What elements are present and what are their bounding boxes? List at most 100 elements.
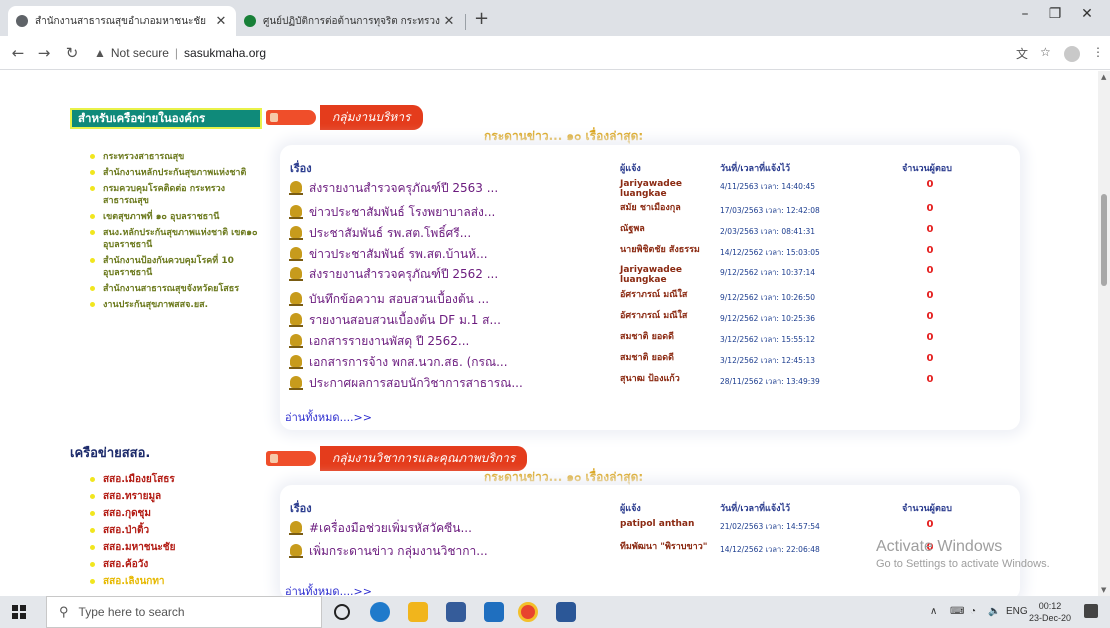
file-explorer-icon[interactable] <box>408 602 428 622</box>
network-link[interactable]: สสอ.ป่าติ้ว <box>90 525 240 537</box>
news-row: ประกาศผลการสอบนักวิชาการสาธารณ... สุนาฒ … <box>280 374 1020 394</box>
org-link[interactable]: งานประกันสุขภาพสสจ.ยส. <box>90 299 265 311</box>
notification-icon[interactable] <box>1084 604 1098 618</box>
clock-date: 23-Dec-20 <box>1028 613 1072 623</box>
address-bar: ← → ↻ ▲ Not secure | sasukmaha.org 文 ☆ ⋮ <box>0 36 1110 70</box>
page-scrollbar[interactable]: ▲ ▼ <box>1098 71 1110 596</box>
new-tab-icon[interactable]: + <box>474 8 489 29</box>
tray-app-icon[interactable]: ⌨ <box>950 606 964 617</box>
scroll-up-icon[interactable]: ▲ <box>1101 73 1106 81</box>
column-header-datetime: วันที่/เวลาที่แจ้งไว้ <box>720 164 791 174</box>
restore-icon[interactable]: ❐ <box>1040 6 1070 22</box>
forward-icon[interactable]: → <box>34 44 54 62</box>
news-datetime: 2/03/2563 เวลา: 08:41:31 <box>720 227 816 236</box>
page-viewport: สำหรับเครือข่ายในองค์กร กระทรวงสาธารณสุข… <box>0 71 1098 596</box>
news-datetime: 21/02/2563 เวลา: 14:57:54 <box>720 522 820 531</box>
close-tab-icon[interactable]: ✕ <box>214 14 228 29</box>
tab-title: สำนักงานสาธารณสุขอำเภอมหาชนะชัย <box>35 15 207 27</box>
network-heading: เครือข่ายสสอ. <box>70 446 151 461</box>
taskbar-clock[interactable]: 00:12 23-Dec-20 <box>1028 600 1072 624</box>
tab-inactive[interactable]: ศูนย์ปฏิบัติการต่อต้านการทุจริต กระทรวง … <box>236 6 464 36</box>
omnibox[interactable]: ▲ Not secure | sasukmaha.org <box>94 41 1002 65</box>
menu-kebab-icon[interactable]: ⋮ <box>1092 45 1104 59</box>
news-row: ประชาสัมพันธ์ รพ.สต.โพธิ์ศรี... ณัฐพล 2/… <box>280 224 1020 244</box>
news-subject-link[interactable]: เอกสารรายงานพัสดุ ปี 2562... <box>309 332 624 351</box>
tab-active[interactable]: สำนักงานสาธารณสุขอำเภอมหาชนะชัย ✕ <box>8 6 236 36</box>
org-link[interactable]: กรมควบคุมโรคติดต่อ กระทรวงสาธารณสุข <box>90 183 265 207</box>
search-placeholder: Type here to search <box>78 605 185 619</box>
org-link[interactable]: สำนักงานสาธารณสุขจังหวัดยโสธร <box>90 283 265 295</box>
cortana-icon[interactable] <box>334 604 350 620</box>
chrome-icon[interactable] <box>518 602 538 622</box>
news-subject-link[interactable]: ข่าวประชาสัมพันธ์ โรงพยาบาลส่ง... <box>309 203 624 222</box>
taskbar-search-box[interactable]: ⚲ Type here to search <box>46 596 322 628</box>
word-icon[interactable] <box>556 602 576 622</box>
scroll-down-icon[interactable]: ▼ <box>1101 586 1106 594</box>
back-icon[interactable]: ← <box>8 44 28 62</box>
warning-icon[interactable]: ▲ <box>94 46 106 60</box>
column-header-subject: เรื่อง <box>290 502 312 515</box>
network-link[interactable]: สสอ.ค้อวัง <box>90 559 240 571</box>
org-link[interactable]: สนง.หลักประกันสุขภาพแห่งชาติ เขต๑๐ อุบลร… <box>90 227 265 251</box>
windows-start-icon[interactable] <box>12 605 26 619</box>
coffee-cup-icon <box>289 355 303 369</box>
news-subject-link[interactable]: บันทึกข้อความ สอบสวนเบื้องต้น ... <box>309 290 624 309</box>
org-link[interactable]: สำนักงานป้องกันควบคุมโรคที่ 10 อุบลราชธา… <box>90 255 265 279</box>
coffee-cup-icon <box>289 334 303 348</box>
coffee-cup-icon <box>289 181 303 195</box>
mail-icon[interactable] <box>484 602 504 622</box>
edge-icon[interactable] <box>370 602 390 622</box>
news-poster: สมัย ชาเมืองกุล <box>620 203 681 213</box>
coffee-cup-icon <box>289 521 303 535</box>
reload-icon[interactable]: ↻ <box>62 44 82 62</box>
news-subject-link[interactable]: ข่าวประชาสัมพันธ์ รพ.สต.บ้านห้... <box>309 245 624 264</box>
network-link[interactable]: สสอ.มหาชนะชัย <box>90 542 240 554</box>
close-window-icon[interactable]: ✕ <box>1072 6 1102 22</box>
translate-icon[interactable]: 文 <box>1016 45 1028 62</box>
url-separator: | <box>174 46 179 60</box>
language-indicator[interactable]: ENG <box>1006 606 1028 617</box>
news-subject-link[interactable]: เอกสารการจ้าง พกส.นวก.สธ. (กรณ... <box>309 353 624 372</box>
group-banner-admin: กลุ่มงานบริหาร <box>266 104 423 130</box>
news-row: ส่งรายงานสำรวจครุภัณฑ์ปี 2563 ... Jariya… <box>280 179 1020 199</box>
windows-taskbar: ⚲ Type here to search ∧ ⌨ ◔ 🔈 ENG 00:12 … <box>0 596 1110 628</box>
reply-count: 0 <box>926 265 934 276</box>
network-link[interactable]: สสอ.กุดชุม <box>90 508 240 520</box>
news-subject-link[interactable]: #เครื่องมือช่วยเพิ่มรหัสวัคซีน... <box>309 519 624 538</box>
tray-chevron-icon[interactable]: ∧ <box>930 606 937 617</box>
bookmark-star-icon[interactable]: ☆ <box>1040 45 1051 59</box>
reply-count: 0 <box>926 179 934 190</box>
news-subject-link[interactable]: ส่งรายงานสำรวจครุภัณฑ์ปี 2562 ... <box>309 265 624 284</box>
news-datetime: 3/12/2562 เวลา: 15:55:12 <box>720 335 816 344</box>
activation-title: Activate Windows <box>876 538 1003 555</box>
news-poster: Jariyawadee luangkae <box>620 265 682 285</box>
news-subject-link[interactable]: เพิ่มกระดานข่าว กลุ่มงานวิชากา... <box>309 542 624 561</box>
pencil-icon <box>266 109 316 125</box>
column-header-replies: จำนวนผู้ตอบ <box>902 504 952 514</box>
news-datetime: 14/12/2562 เวลา: 15:03:05 <box>720 248 820 257</box>
news-subject-link[interactable]: ประชาสัมพันธ์ รพ.สต.โพธิ์ศรี... <box>309 224 624 243</box>
volume-icon[interactable]: 🔈 <box>988 606 1000 617</box>
org-network-heading: สำหรับเครือข่ายในองค์กร <box>70 108 262 129</box>
news-subject-link[interactable]: ส่งรายงานสำรวจครุภัณฑ์ปี 2563 ... <box>309 179 624 198</box>
org-link[interactable]: สำนักงานหลักประกันสุขภาพแห่งชาติ <box>90 167 265 179</box>
minimize-icon[interactable]: – <box>1010 6 1040 22</box>
close-tab-icon[interactable]: ✕ <box>442 14 456 29</box>
news-subject-link[interactable]: ประกาศผลการสอบนักวิชาการสาธารณ... <box>309 374 624 393</box>
read-all-link[interactable]: อ่านทั้งหมด....>> <box>285 408 372 426</box>
scrollbar-thumb[interactable] <box>1101 194 1107 286</box>
news-row: เอกสารรายงานพัสดุ ปี 2562... สมชาติ ยอดด… <box>280 332 1020 352</box>
read-all-link[interactable]: อ่านทั้งหมด....>> <box>285 582 372 596</box>
profile-avatar[interactable] <box>1064 46 1080 62</box>
org-link[interactable]: เขตสุขภาพที่ ๑๐ อุบลราชธานี <box>90 211 265 223</box>
network-link[interactable]: สสอ.เมืองยโสธร <box>90 474 240 486</box>
network-icon[interactable]: ◔ <box>970 606 976 617</box>
reply-count: 0 <box>926 353 934 364</box>
news-subject-link[interactable]: รายงานสอบสวนเบื้องต้น DF ม.1 ส... <box>309 311 624 330</box>
coffee-cup-icon <box>289 267 303 281</box>
store-icon[interactable] <box>446 602 466 622</box>
org-link[interactable]: กระทรวงสาธารณสุข <box>90 151 265 163</box>
news-datetime: 28/11/2562 เวลา: 13:49:39 <box>720 377 820 386</box>
network-link[interactable]: สสอ.เลิงนกทา <box>90 576 240 588</box>
network-link[interactable]: สสอ.ทรายมูล <box>90 491 240 503</box>
